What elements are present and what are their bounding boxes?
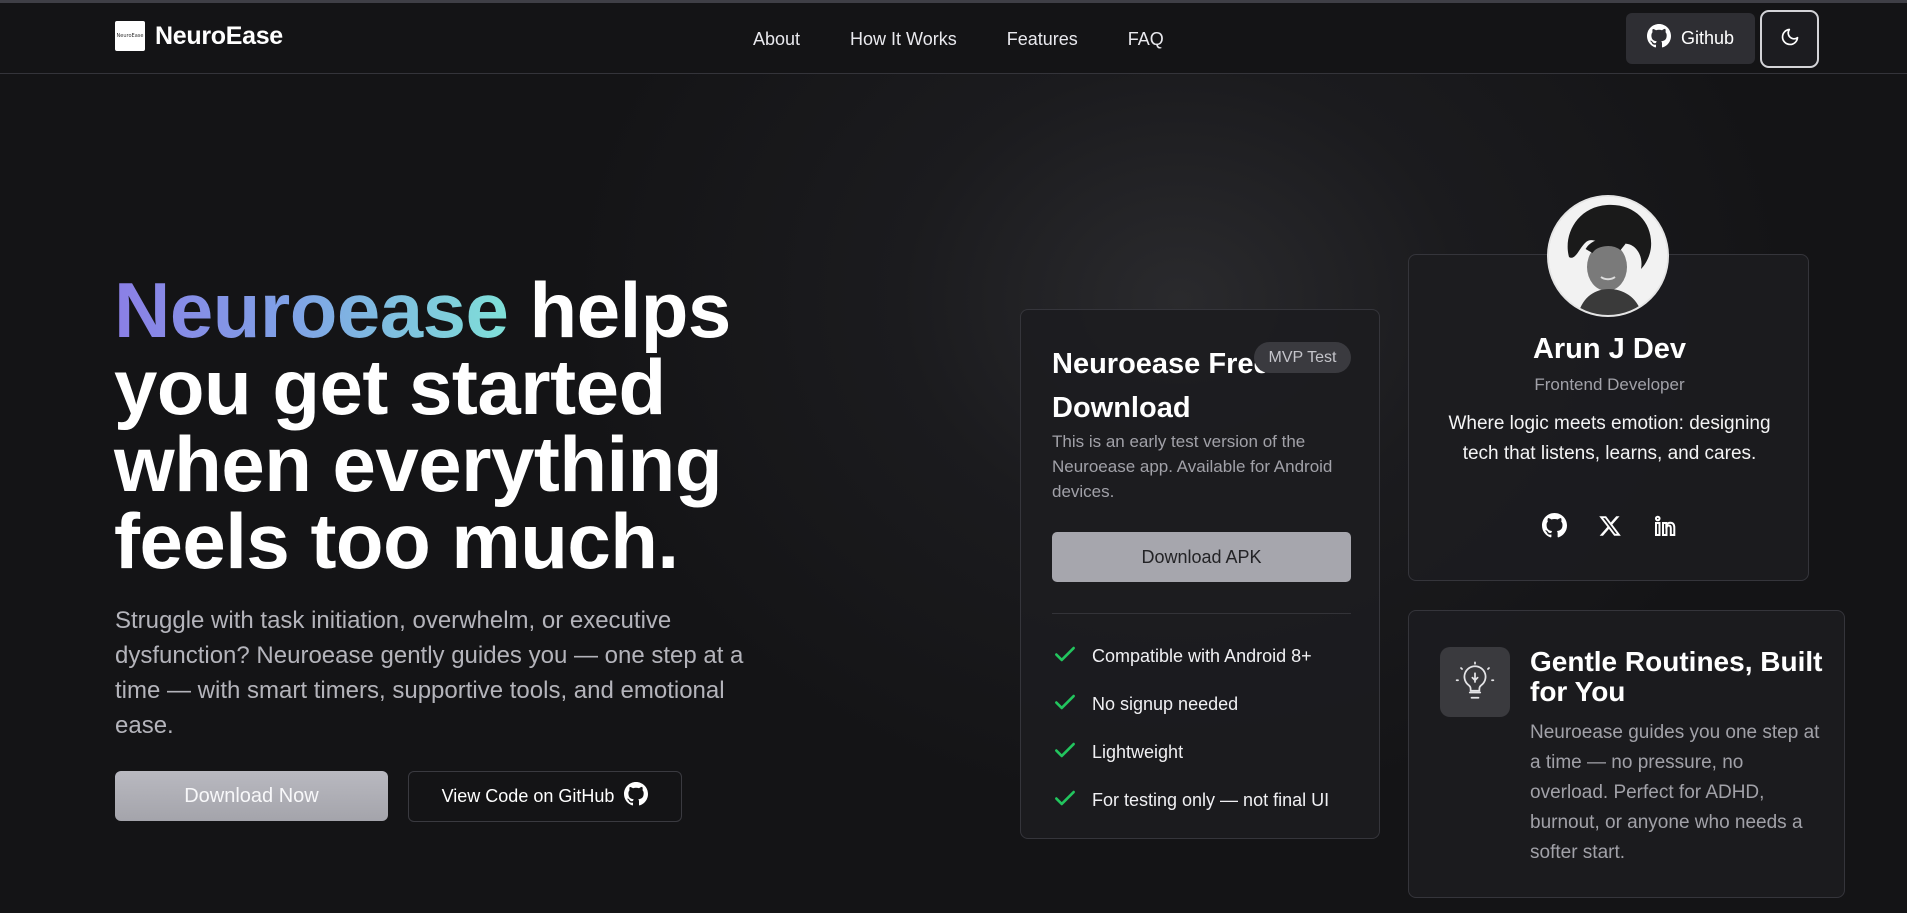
nav-links: About How It Works Features FAQ	[753, 29, 1164, 50]
view-code-github-button[interactable]: View Code on GitHub	[408, 771, 682, 822]
nav-link-how-it-works[interactable]: How It Works	[850, 29, 957, 50]
feature-card: Gentle Routines, Built for You Neuroease…	[1408, 610, 1845, 898]
feature-card-title: Gentle Routines, Built for You	[1530, 646, 1823, 707]
linkedin-icon[interactable]	[1651, 512, 1678, 539]
x-icon[interactable]	[1596, 512, 1623, 539]
feature-list: Compatible with Android 8+ No signup nee…	[1052, 632, 1352, 824]
feature-label: Compatible with Android 8+	[1092, 645, 1312, 666]
mvp-badge: MVP Test	[1254, 342, 1351, 373]
brand-logo-icon: NeuroEase	[115, 21, 145, 51]
avatar	[1547, 195, 1669, 317]
list-item: No signup needed	[1052, 680, 1352, 728]
brand-name: NeuroEase	[155, 21, 283, 50]
hero-subtitle: Struggle with task initiation, overwhelm…	[115, 607, 744, 739]
brand-logo-text: NeuroEase	[116, 32, 144, 39]
divider	[1052, 613, 1351, 614]
nav-link-features[interactable]: Features	[1007, 29, 1078, 50]
download-now-button[interactable]: Download Now	[115, 771, 388, 821]
github-nav-button[interactable]: Github	[1626, 13, 1755, 64]
profile-name: Arun J Dev	[1532, 333, 1687, 365]
feature-label: For testing only — not final UI	[1092, 789, 1330, 810]
nav-link-faq[interactable]: FAQ	[1128, 29, 1164, 50]
check-icon	[1052, 737, 1078, 768]
check-icon	[1052, 641, 1078, 672]
feature-card-description: Neuroease guides you one step at a time …	[1530, 722, 1820, 863]
list-item: Compatible with Android 8+	[1052, 632, 1352, 680]
github-icon	[624, 782, 649, 811]
brand[interactable]: NeuroEase NeuroEase	[115, 21, 283, 51]
hero-title: Neuroease helps you get started when eve…	[114, 271, 874, 580]
view-code-label: View Code on GitHub	[441, 786, 615, 806]
profile-bio: Where logic meets emotion: designing tec…	[1448, 413, 1771, 464]
social-links	[1409, 512, 1810, 539]
profile-role: Frontend Developer	[1534, 375, 1685, 394]
download-card-description: This is an early test version of the Neu…	[1052, 432, 1333, 501]
download-card: Neuroease Free Download MVP Test This is…	[1020, 309, 1380, 839]
nav-link-about[interactable]: About	[753, 29, 800, 50]
list-item: Lightweight	[1052, 728, 1352, 776]
moon-icon	[1780, 27, 1800, 52]
feature-label: No signup needed	[1092, 693, 1239, 714]
hero-title-highlight: Neuroease	[114, 266, 509, 354]
feature-label: Lightweight	[1092, 741, 1184, 762]
download-card-title: Neuroease Free Download	[1052, 348, 1270, 424]
check-icon	[1052, 785, 1078, 816]
github-nav-label: Github	[1680, 28, 1735, 48]
download-apk-button[interactable]: Download APK	[1052, 532, 1351, 582]
list-item: For testing only — not final UI	[1052, 776, 1352, 824]
github-icon	[1646, 24, 1671, 53]
check-icon	[1052, 689, 1078, 720]
github-icon[interactable]	[1541, 512, 1568, 539]
theme-toggle-button[interactable]	[1760, 10, 1819, 68]
lightbulb-icon	[1440, 647, 1510, 717]
top-navbar: NeuroEase NeuroEase About How It Works F…	[0, 3, 1907, 74]
